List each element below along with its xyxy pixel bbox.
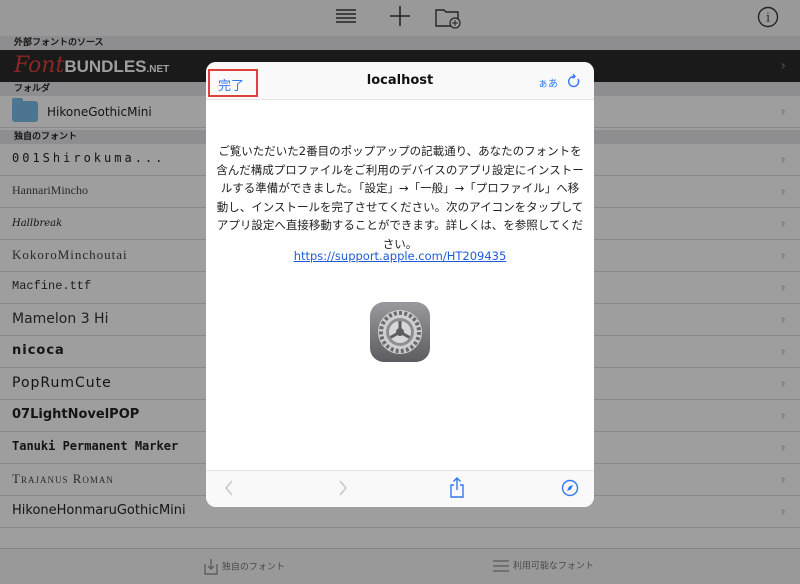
sheet-header: 完了 localhost ぁあ (206, 62, 594, 100)
install-message: ご覧いただいた2番目のポップアップの記載通り、あなたのフォントを含んだ構成プロフ… (216, 144, 584, 251)
text-size-button[interactable]: ぁあ (538, 75, 558, 90)
back-icon[interactable] (223, 479, 235, 501)
sheet-title: localhost (366, 73, 434, 88)
settings-app-icon[interactable] (370, 302, 430, 362)
forward-icon[interactable] (337, 479, 349, 501)
support-link[interactable]: https://support.apple.com/HT209435 (206, 249, 594, 263)
compass-icon[interactable] (561, 479, 579, 501)
sheet-toolbar (206, 470, 594, 507)
reload-icon[interactable] (567, 73, 581, 93)
share-icon[interactable] (449, 477, 465, 503)
safari-sheet: 完了 localhost ぁあ ご覧いただいた2番目のポップアップの記載通り、あ… (206, 62, 594, 507)
